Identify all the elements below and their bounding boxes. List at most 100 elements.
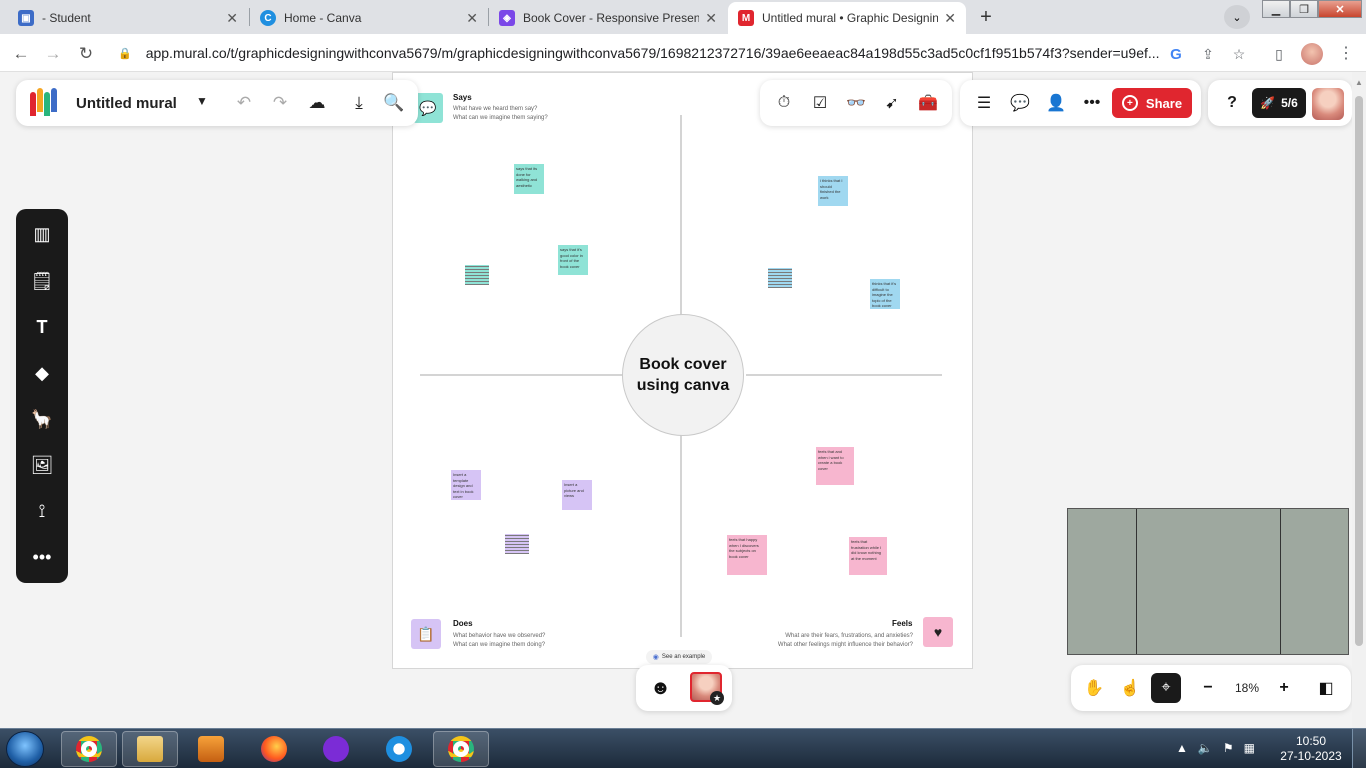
image-icon[interactable]: 🖼 (30, 453, 54, 477)
mural-logo[interactable] (28, 88, 60, 118)
zoom-out-icon[interactable]: − (1196, 676, 1220, 700)
share-button[interactable]: + Share (1112, 88, 1192, 118)
zoom-level[interactable]: 18% (1235, 681, 1259, 695)
google-translate-icon[interactable]: G (1166, 44, 1186, 64)
onboarding-progress-button[interactable]: 🚀 5/6 (1252, 88, 1306, 118)
search-icon[interactable]: 🔍 (382, 91, 406, 115)
vertical-scrollbar[interactable]: ▲ (1352, 72, 1366, 728)
tab-student[interactable]: ▣ - Student ✕ (8, 2, 248, 34)
emoji-reaction-icon[interactable]: ☻ (650, 677, 671, 700)
mural-canvas[interactable]: Book cover using canva 💬 Says What have … (0, 72, 1352, 728)
sticky-note[interactable]: feels that and when i want to create a b… (816, 447, 854, 485)
taskbar-chrome[interactable] (61, 731, 117, 767)
taskbar-chrome-active[interactable] (433, 731, 489, 767)
sticky-note-collapsed[interactable] (502, 529, 532, 559)
sticky-note[interactable]: feels that happy when I discovers the su… (727, 535, 767, 575)
scroll-up-arrow-icon[interactable]: ▲ (1355, 78, 1363, 87)
empathy-map-board: Book cover using canva 💬 Says What have … (392, 72, 973, 669)
tab-search-chevron-icon[interactable]: ⌄ (1224, 5, 1250, 29)
download-icon[interactable]: ⤓ (347, 91, 371, 115)
collaboration-toolbar: ☰ 💬 👤 ••• + Share (960, 80, 1201, 126)
text-icon[interactable]: T (30, 315, 54, 339)
icons-llama-icon[interactable]: 🦙 (30, 407, 54, 431)
sticky-note-collapsed[interactable] (462, 260, 492, 290)
tray-expand-icon[interactable]: ▲ (1176, 741, 1188, 755)
redo-icon[interactable]: ↷ (268, 91, 292, 115)
bookmark-star-icon[interactable]: ☆ (1229, 44, 1249, 64)
private-mode-icon[interactable]: 👓 (844, 91, 868, 115)
undo-icon[interactable]: ↶ (232, 91, 256, 115)
new-tab-button[interactable]: + (973, 5, 999, 29)
tab-title: Home - Canva (284, 11, 362, 25)
action-center-flag-icon[interactable]: ⚑ (1223, 741, 1234, 755)
see-example-button[interactable]: ◉ See an example (646, 650, 712, 664)
center-topic[interactable]: Book cover using canva (622, 314, 744, 436)
comments-icon[interactable]: 💬 (1008, 91, 1032, 115)
shapes-connectors-icon[interactable]: ◆ (30, 361, 54, 385)
sticky-note[interactable]: feels that frustration while I did know … (849, 537, 887, 575)
sidebar-toggle-icon[interactable]: ◧ (1314, 676, 1338, 700)
voting-checkbox-icon[interactable]: ☑ (808, 91, 832, 115)
more-tools-icon[interactable]: ••• (30, 545, 54, 569)
more-options-icon[interactable]: ••• (1080, 91, 1104, 115)
share-page-icon[interactable]: ⇪ (1198, 44, 1218, 64)
profile-avatar[interactable] (1301, 43, 1323, 65)
minimap-toggle-icon[interactable]: ⌖ (1151, 673, 1181, 703)
clock[interactable]: 10:50 27-10-2023 (1278, 734, 1344, 764)
pan-hand-icon[interactable]: ✋ (1082, 676, 1106, 700)
back-arrow-icon[interactable]: ← (10, 43, 32, 65)
tab-canva-home[interactable]: C Home - Canva ✕ (250, 2, 488, 34)
timer-icon[interactable]: ⏱ (772, 91, 796, 115)
close-tab-icon[interactable]: ✕ (466, 10, 478, 27)
eye-icon: ◉ (652, 654, 659, 661)
sticky-note[interactable]: says that its done for walking and aesth… (514, 164, 544, 194)
chevron-down-icon[interactable]: ▼ (196, 94, 208, 108)
sticky-note[interactable]: Insert a template design and text in boo… (451, 470, 481, 500)
outline-icon[interactable]: ☰ (972, 91, 996, 115)
taskbar-internet-explorer[interactable] (371, 731, 427, 767)
sticky-note[interactable]: Insert a picture and views (562, 480, 592, 510)
does-title: Does (453, 619, 473, 628)
frameworks-icon[interactable]: ⟟ (30, 499, 54, 523)
close-tab-icon[interactable]: ✕ (226, 10, 238, 27)
tab-title: Book Cover - Responsive Presentation (523, 11, 700, 25)
sticky-note-collapsed[interactable] (765, 263, 795, 293)
tab-book-cover[interactable]: ◈ Book Cover - Responsive Presentation ✕ (489, 2, 727, 34)
taskbar-file-explorer[interactable] (122, 731, 178, 767)
sticky-note[interactable]: i thinks that I should finished the work (818, 176, 848, 206)
zoom-in-icon[interactable]: + (1272, 676, 1296, 700)
tab-untitled-mural[interactable]: M Untitled mural • Graphic Designing ✕ (728, 2, 966, 34)
network-icon[interactable]: ▦ (1244, 741, 1255, 755)
user-avatar[interactable] (1312, 88, 1344, 120)
templates-icon[interactable]: ▥ (30, 222, 54, 246)
browser-menu-icon[interactable]: ⋮ (1338, 43, 1354, 63)
minimize-button[interactable]: ▁ (1262, 0, 1290, 18)
scrollbar-thumb[interactable] (1355, 96, 1363, 646)
close-tab-icon[interactable]: ✕ (705, 10, 717, 27)
sticky-note[interactable]: thinks that it's difficult to imagine th… (870, 279, 900, 309)
taskbar-mask-app[interactable] (308, 731, 364, 767)
url-field[interactable]: 🔒 app.mural.co/t/graphicdesigningwithcon… (110, 39, 1260, 67)
maximize-button[interactable]: ❐ (1290, 0, 1318, 18)
show-desktop-button[interactable] (1352, 729, 1366, 768)
sticky-note[interactable]: says that it's good color in front of th… (558, 245, 588, 275)
forward-arrow-icon[interactable]: → (42, 43, 64, 65)
volume-icon[interactable]: 🔈 (1198, 741, 1213, 755)
summon-pointer-icon[interactable]: ➹ (880, 91, 904, 115)
reload-icon[interactable]: ↻ (75, 43, 97, 65)
close-window-button[interactable]: ✕ (1318, 0, 1362, 18)
select-hand-icon[interactable]: ☝ (1118, 676, 1142, 700)
help-icon[interactable]: ? (1220, 91, 1244, 115)
side-panel-icon[interactable]: ▯ (1269, 44, 1289, 64)
taskbar-media-player[interactable] (183, 731, 239, 767)
mural-title[interactable]: Untitled mural (76, 95, 177, 112)
members-icon[interactable]: 👤 (1044, 91, 1068, 115)
minimap[interactable] (1067, 508, 1349, 655)
taskbar-firefox[interactable] (246, 731, 302, 767)
sticky-note-icon[interactable]: 🗒 (30, 269, 54, 293)
windows-taskbar: ▲ 🔈 ⚑ ▦ 10:50 27-10-2023 (0, 728, 1366, 768)
close-tab-icon[interactable]: ✕ (944, 10, 956, 27)
toolbox-icon[interactable]: 🧰 (916, 91, 940, 115)
start-button[interactable] (6, 731, 44, 767)
clipboard-icon: 📋 (411, 619, 441, 649)
